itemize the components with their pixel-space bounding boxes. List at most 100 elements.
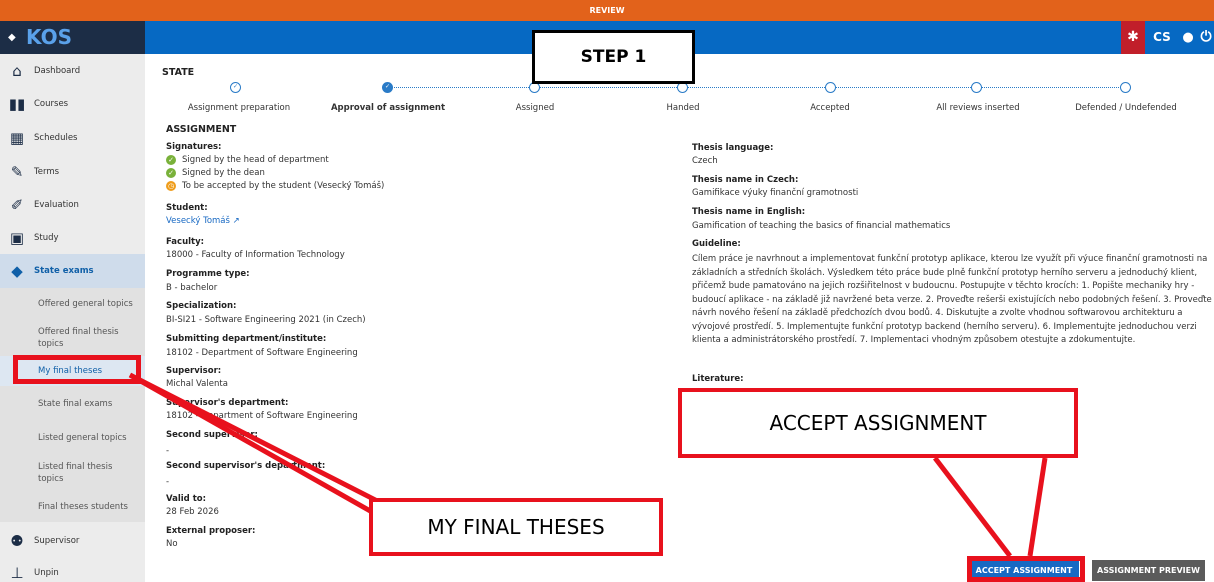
home-icon: ⌂ [12,62,22,80]
sidebar-item-label: Supervisor [34,536,80,546]
thesis-name-cz-label: Thesis name in Czech: [692,175,799,185]
language-switch[interactable]: CS [1146,21,1178,54]
step-label: Defended / Undefended [1075,103,1177,113]
accept-assignment-callout: ACCEPT ASSIGNMENT [678,388,1078,458]
sidebar-item-evaluation[interactable]: ✐ Evaluation [0,188,145,222]
second-supervisor-label: Second supervisor: [166,430,258,440]
sub-item-state-final-exams[interactable]: State final exams [0,386,145,422]
main-content: STATE ✓ ✓ Assignment preparation Approva… [145,54,1214,582]
student-name: Vesecký Tomáš [166,216,230,226]
sidebar: ⌂ Dashboard ▮▮ Courses ▦ Schedules ✎ Ter… [0,54,145,582]
sidebar-item-study[interactable]: ▣ Study [0,221,145,255]
step-label: Assigned [515,103,555,113]
step-label: All reviews inserted [936,103,1020,113]
sidebar-item-label: State exams [34,266,94,276]
check-icon: ✓ [166,168,176,178]
signature-text: Signed by the head of department [182,155,329,165]
signature-text: Signed by the dean [182,168,265,178]
sidebar-item-label: Terms [34,167,60,177]
sub-item-listed-general-topics[interactable]: Listed general topics [0,422,145,454]
sidebar-item-terms[interactable]: ✎ Terms [0,155,145,189]
signatures-label: Signatures: [166,142,222,152]
check-icon: ✓ [166,155,176,165]
signature-row: ✓ Signed by the dean [166,168,265,178]
my-final-theses-callout: MY FINAL THESES [369,498,663,556]
signature-row: ◷ To be accepted by the student (Vesecký… [166,181,384,191]
book-icon: ▮▮ [8,95,26,113]
step-label-current: Approval of assignment [330,103,446,113]
assignment-preview-button[interactable]: ASSIGNMENT PREVIEW [1092,560,1205,581]
thesis-name-en-label: Thesis name in English: [692,207,806,217]
valid-to-label: Valid to: [166,494,207,504]
sidebar-item-unpin[interactable]: ⊥ Unpin [0,556,145,582]
thesis-name-en-value: Gamification of teaching the basics of f… [692,221,951,231]
student-link[interactable]: Vesecký Tomáš ↗ [166,216,240,226]
clock-icon: ◷ [166,181,176,191]
second-supervisor-dept-value: - [166,477,170,487]
sidebar-item-label: Dashboard [34,66,81,76]
sidebar-item-label: Unpin [34,568,59,578]
sub-item-offered-final-thesis-topics[interactable]: Offered final thesis topics [0,320,145,356]
programme-label: Programme type: [166,269,250,279]
sidebar-item-supervisor[interactable]: ⚉ Supervisor [0,524,145,558]
programme-value: B - bachelor [166,283,218,293]
step-label: Assignment preparation [187,103,291,113]
valid-to-value: 28 Feb 2026 [166,507,219,517]
bug-report-icon[interactable]: ✱ [1121,21,1145,54]
supervisor-value: Michal Valenta [166,379,228,389]
logo-text: KOS [26,25,73,49]
thesis-language-label: Thesis language: [692,143,774,153]
external-proposer-label: External proposer: [166,526,256,536]
faculty-label: Faculty: [166,237,205,247]
hat-icon: ◆ [8,32,16,43]
specialization-value: BI-SI21 - Software Engineering 2021 (in … [166,315,366,325]
users-icon: ⚉ [10,532,24,550]
supervisor-dept-value: 18102 - Department of Software Engineeri… [166,411,358,421]
my-theses-highlight [13,355,141,384]
assignment-title: ASSIGNMENT [166,124,237,135]
sub-item-listed-final-thesis-topics[interactable]: Listed final thesis topics [0,454,145,492]
graduation-cap-icon: ◆ [11,262,23,280]
guideline-text: Cílem práce je navrhnout a implementovat… [692,254,1212,345]
student-label: Student: [166,203,208,213]
state-title: STATE [162,67,195,78]
step-circle-icon [1120,82,1131,93]
step-callout: STEP 1 [532,30,695,84]
sidebar-item-label: Evaluation [34,200,79,210]
user-icon[interactable]: ● [1180,21,1196,54]
calendar-icon: ▦ [9,129,25,147]
pencil-icon: ✐ [10,196,24,214]
step-circle-icon [971,82,982,93]
sidebar-item-courses[interactable]: ▮▮ Courses [0,87,145,121]
step-done-icon: ✓ [230,82,241,93]
edit-icon: ✎ [10,163,24,181]
thesis-language-value: Czech [692,156,718,166]
sidebar-item-label: Courses [34,99,69,109]
review-banner: REVIEW [0,0,1214,21]
sub-item-offered-general-topics[interactable]: Offered general topics [0,288,145,320]
id-card-icon: ▣ [9,229,25,247]
pin-icon: ⊥ [10,564,24,582]
accept-button-highlight [967,556,1085,582]
specialization-label: Specialization: [166,301,237,311]
sub-item-final-theses-students[interactable]: Final theses students [0,492,145,522]
sidebar-item-state-exams[interactable]: ◆ State exams [0,254,145,288]
faculty-value: 18000 - Faculty of Information Technolog… [166,250,345,260]
step-label: Handed [666,103,700,113]
step-label: Accepted [810,103,850,113]
supervisor-label: Supervisor: [166,366,222,376]
sidebar-item-dashboard[interactable]: ⌂ Dashboard [0,54,145,88]
sidebar-item-schedules[interactable]: ▦ Schedules [0,121,145,155]
kos-logo[interactable]: ◆ KOS [0,21,145,54]
guideline-label: Guideline: [692,239,741,249]
department-value: 18102 - Department of Software Engineeri… [166,348,358,358]
step-circle-icon [825,82,836,93]
department-label: Submitting department/institute: [166,334,327,344]
sidebar-item-label: Schedules [34,133,78,143]
logout-icon[interactable]: ⏻ [1198,21,1214,54]
thesis-name-cz-value: Gamifikace výuky finanční gramotnosti [692,188,859,198]
signature-text: To be accepted by the student (Vesecký T… [182,181,385,191]
second-supervisor-dept-label: Second supervisor's department: [166,461,326,471]
literature-label: Literature: [692,374,744,384]
step-current-icon: ✓ [382,82,393,93]
